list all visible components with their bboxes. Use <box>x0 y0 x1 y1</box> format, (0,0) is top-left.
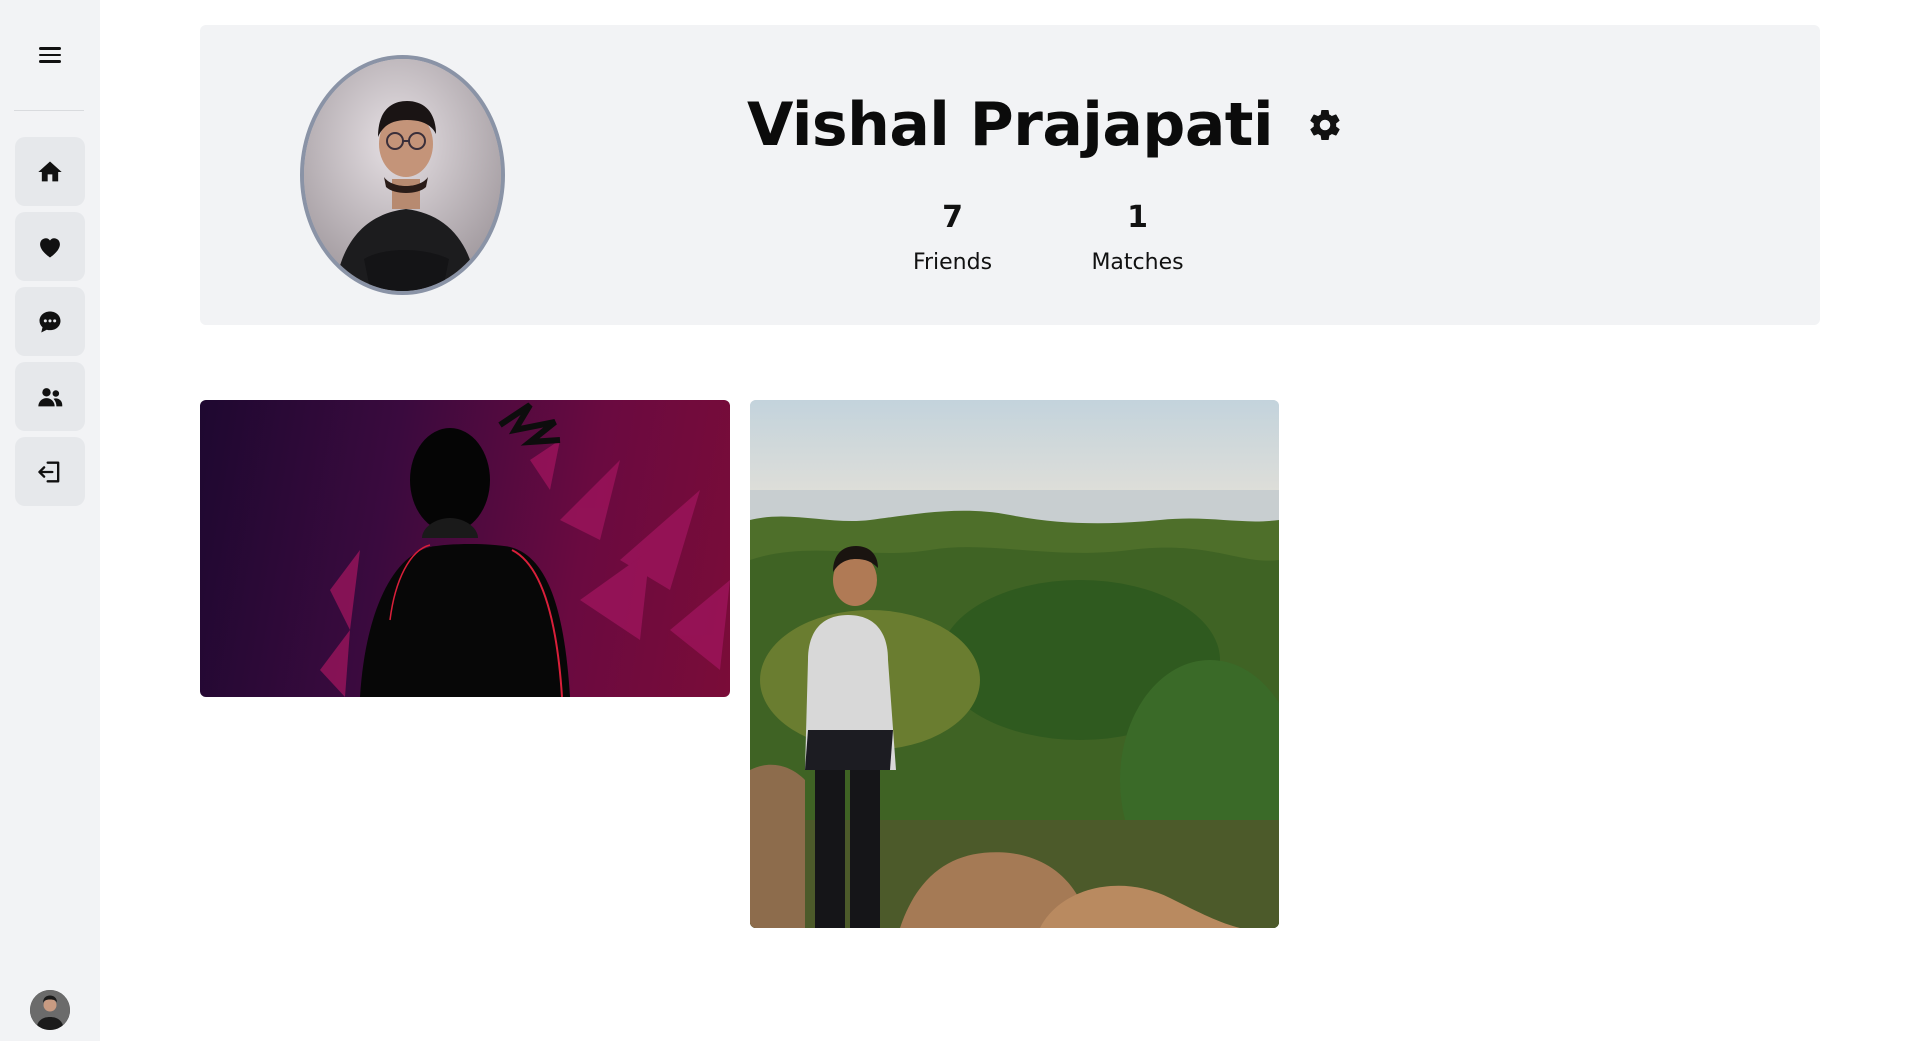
sidebar-item-messages[interactable] <box>15 287 85 356</box>
gallery-photo[interactable] <box>200 400 730 697</box>
stat-value: 7 <box>942 200 963 235</box>
users-icon <box>38 387 63 406</box>
gallery-photo[interactable] <box>750 400 1279 928</box>
sidebar-item-home[interactable] <box>15 137 85 206</box>
user-avatar[interactable] <box>30 990 70 1030</box>
sidebar-item-likes[interactable] <box>15 212 85 281</box>
heart-icon <box>40 237 60 257</box>
stat-friends[interactable]: 7 Friends <box>905 200 1000 275</box>
avatar-image <box>30 990 70 1030</box>
profile-name-row: Vishal Prajapati <box>200 90 1820 160</box>
profile-name: Vishal Prajapati <box>746 90 1274 160</box>
profile-stats: 7 Friends 1 Matches <box>200 200 1820 275</box>
sidebar-item-friends[interactable] <box>15 362 85 431</box>
chat-icon <box>39 311 61 332</box>
gear-icon[interactable] <box>1307 107 1343 143</box>
menu-line <box>39 53 61 57</box>
sidebar-nav <box>15 137 85 512</box>
stat-value: 1 <box>1127 200 1148 235</box>
profile-header-card: Vishal Prajapati 7 Friends 1 Matches <box>200 25 1820 325</box>
sidebar-item-logout[interactable] <box>15 437 85 506</box>
stat-matches[interactable]: 1 Matches <box>1090 200 1185 275</box>
menu-line <box>39 60 61 63</box>
logout-icon <box>38 461 60 482</box>
gallery-image-landscape <box>750 400 1279 928</box>
sidebar <box>0 0 100 1041</box>
stat-label: Friends <box>912 250 993 275</box>
gallery-image-illustration <box>320 402 730 697</box>
home-icon <box>38 161 62 181</box>
app-root: Vishal Prajapati 7 Friends 1 Matches <box>0 0 1920 1041</box>
hamburger-menu-button[interactable] <box>30 40 70 70</box>
menu-line <box>39 47 61 50</box>
stat-label: Matches <box>1091 250 1184 275</box>
sidebar-divider <box>14 110 84 111</box>
